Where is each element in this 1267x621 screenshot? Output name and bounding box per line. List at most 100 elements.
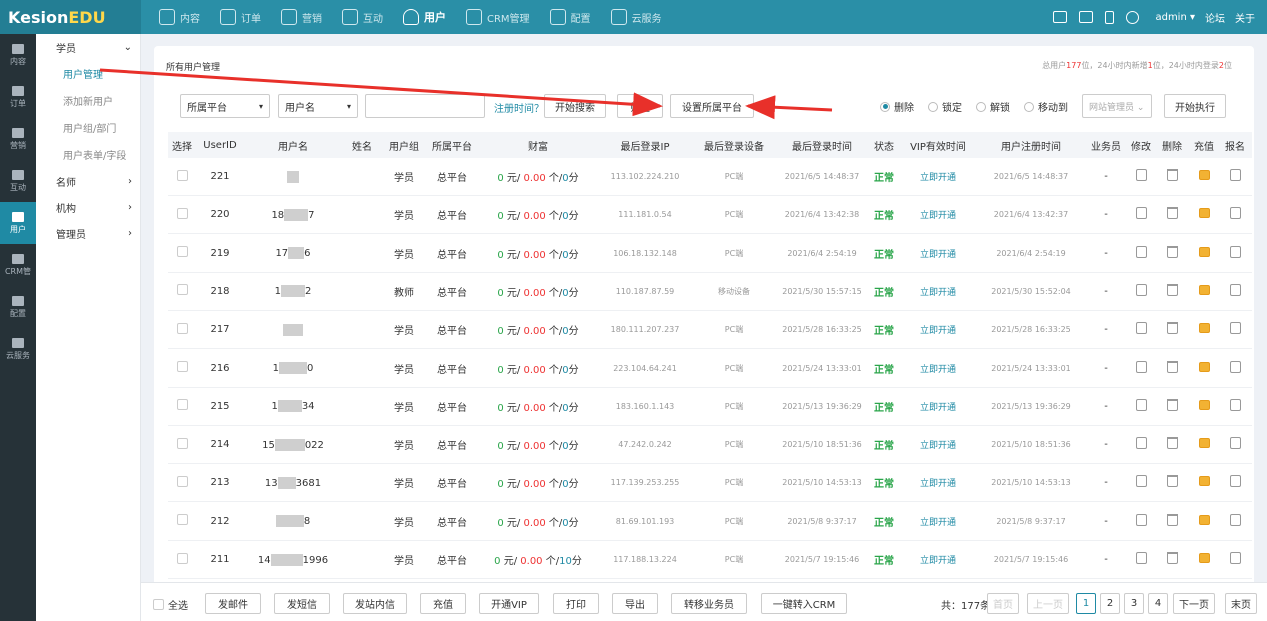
col-item-content[interactable]: 内容 <box>0 34 36 76</box>
cell-username[interactable] <box>244 170 342 183</box>
first-page-button[interactable]: 首页 <box>987 593 1019 614</box>
vip-open-link[interactable]: 立即开通 <box>900 170 976 183</box>
select-all-checkbox[interactable]: 全选 <box>153 597 188 612</box>
move-target-select[interactable]: 网站管理员 ⌄ <box>1082 94 1152 118</box>
forum-link[interactable]: 论坛 <box>1205 10 1225 25</box>
row-checkbox[interactable] <box>176 169 188 181</box>
cell-username[interactable]: 10 <box>244 362 342 374</box>
admin-menu[interactable]: admin ▾ <box>1155 12 1195 23</box>
delete-button[interactable] <box>1156 283 1188 299</box>
row-checkbox[interactable] <box>176 514 188 526</box>
recharge-button[interactable]: 充值 <box>420 593 466 614</box>
edit-button[interactable] <box>1126 207 1156 222</box>
enroll-button[interactable] <box>1220 437 1250 452</box>
row-select[interactable] <box>168 322 196 337</box>
col-item-orders[interactable]: 订单 <box>0 76 36 118</box>
edit-button[interactable] <box>1126 360 1156 376</box>
filter-button[interactable]: 筛选 <box>617 94 663 118</box>
action-radio-move[interactable]: 移动到 <box>1024 99 1068 114</box>
edit-button[interactable] <box>1126 283 1156 299</box>
vip-open-link[interactable]: 立即开通 <box>900 553 976 566</box>
print-button[interactable]: 打印 <box>553 593 599 614</box>
recharge-row-button[interactable] <box>1188 323 1220 336</box>
edit-button[interactable] <box>1126 398 1156 414</box>
row-checkbox[interactable] <box>176 475 188 487</box>
brand-logo[interactable]: Kesion EDU <box>0 0 141 34</box>
edit-button[interactable] <box>1126 437 1156 452</box>
vip-open-link[interactable]: 立即开通 <box>900 515 976 528</box>
sidebar-group-orgs[interactable]: 机构 › <box>36 194 140 220</box>
sidebar-item-add-user[interactable]: 添加新用户 <box>36 87 140 114</box>
delete-button[interactable] <box>1156 245 1188 261</box>
page-2-button[interactable]: 2 <box>1100 593 1120 614</box>
recharge-row-button[interactable] <box>1188 514 1220 528</box>
vip-open-link[interactable]: 立即开通 <box>900 400 976 413</box>
nav-item-cloud[interactable]: 云服务 <box>601 0 672 34</box>
row-select[interactable] <box>168 399 196 413</box>
row-select[interactable] <box>168 514 196 528</box>
delete-button[interactable] <box>1156 437 1188 452</box>
action-radio-unlock[interactable]: 解锁 <box>976 99 1010 114</box>
cell-username[interactable]: 15 022 <box>244 438 342 451</box>
cell-username[interactable]: 8 <box>244 515 342 528</box>
last-page-button[interactable]: 末页 <box>1225 593 1257 614</box>
delete-button[interactable] <box>1156 322 1188 337</box>
mobile-icon[interactable] <box>1105 10 1115 24</box>
recharge-row-button[interactable] <box>1188 476 1220 489</box>
enroll-button[interactable] <box>1220 322 1250 337</box>
send-message-button[interactable]: 发站内信 <box>343 593 407 614</box>
col-item-cloud[interactable]: 云服务 <box>0 328 36 370</box>
enroll-button[interactable] <box>1220 360 1250 376</box>
enroll-button[interactable] <box>1220 283 1250 299</box>
cell-username[interactable]: 17 6 <box>244 247 342 260</box>
enroll-button[interactable] <box>1220 552 1250 567</box>
set-platform-button[interactable]: 设置所属平台 <box>670 94 754 118</box>
sidebar-item-user-forms[interactable]: 用户表单/字段 <box>36 141 140 168</box>
enroll-button[interactable] <box>1220 245 1250 261</box>
row-select[interactable] <box>168 361 196 375</box>
delete-button[interactable] <box>1156 207 1188 222</box>
action-radio-lock[interactable]: 锁定 <box>928 99 962 114</box>
page-4-button[interactable]: 4 <box>1148 593 1168 614</box>
recharge-row-button[interactable] <box>1188 553 1220 566</box>
next-page-button[interactable]: 下一页 <box>1173 593 1215 614</box>
delete-button[interactable] <box>1156 513 1188 529</box>
vip-open-link[interactable]: 立即开通 <box>900 438 976 451</box>
recharge-row-button[interactable] <box>1188 246 1220 260</box>
vip-open-link[interactable]: 立即开通 <box>900 208 976 221</box>
send-email-button[interactable]: 发邮件 <box>205 593 261 614</box>
vip-open-link[interactable]: 立即开通 <box>900 285 976 298</box>
row-select[interactable] <box>168 169 196 184</box>
enroll-button[interactable] <box>1220 475 1250 490</box>
edit-button[interactable] <box>1126 475 1156 490</box>
execute-button[interactable]: 开始执行 <box>1164 94 1226 118</box>
edit-button[interactable] <box>1126 169 1156 184</box>
delete-button[interactable] <box>1156 360 1188 376</box>
sidebar-group-teachers[interactable]: 名师 › <box>36 168 140 194</box>
send-sms-button[interactable]: 发短信 <box>274 593 330 614</box>
nav-item-config[interactable]: 配置 <box>540 0 601 34</box>
row-select[interactable] <box>168 207 196 222</box>
sidebar-item-user-manage[interactable]: 用户管理 <box>36 60 140 87</box>
vip-open-link[interactable]: 立即开通 <box>900 323 976 336</box>
row-checkbox[interactable] <box>176 246 188 258</box>
sidebar-item-user-groups[interactable]: 用户组/部门 <box>36 114 140 141</box>
row-select[interactable] <box>168 437 196 452</box>
row-checkbox[interactable] <box>176 207 188 219</box>
nav-item-crm[interactable]: CRM管理 <box>456 0 540 34</box>
open-vip-button[interactable]: 开通VIP <box>479 593 539 614</box>
row-select[interactable] <box>168 475 196 490</box>
recharge-row-button[interactable] <box>1188 170 1220 183</box>
cell-username[interactable]: 14 1996 <box>244 553 342 566</box>
delete-button[interactable] <box>1156 169 1188 184</box>
col-item-config[interactable]: 配置 <box>0 286 36 328</box>
keyword-input[interactable] <box>365 94 485 118</box>
col-item-marketing[interactable]: 营销 <box>0 118 36 160</box>
row-checkbox[interactable] <box>176 437 188 449</box>
delete-button[interactable] <box>1156 475 1188 490</box>
transfer-sales-button[interactable]: 转移业务员 <box>671 593 747 614</box>
to-crm-button[interactable]: 一键转入CRM <box>761 593 847 614</box>
monitor-icon[interactable] <box>1079 11 1094 23</box>
prev-page-button[interactable]: 上一页 <box>1027 593 1069 614</box>
vip-open-link[interactable]: 立即开通 <box>900 476 976 489</box>
